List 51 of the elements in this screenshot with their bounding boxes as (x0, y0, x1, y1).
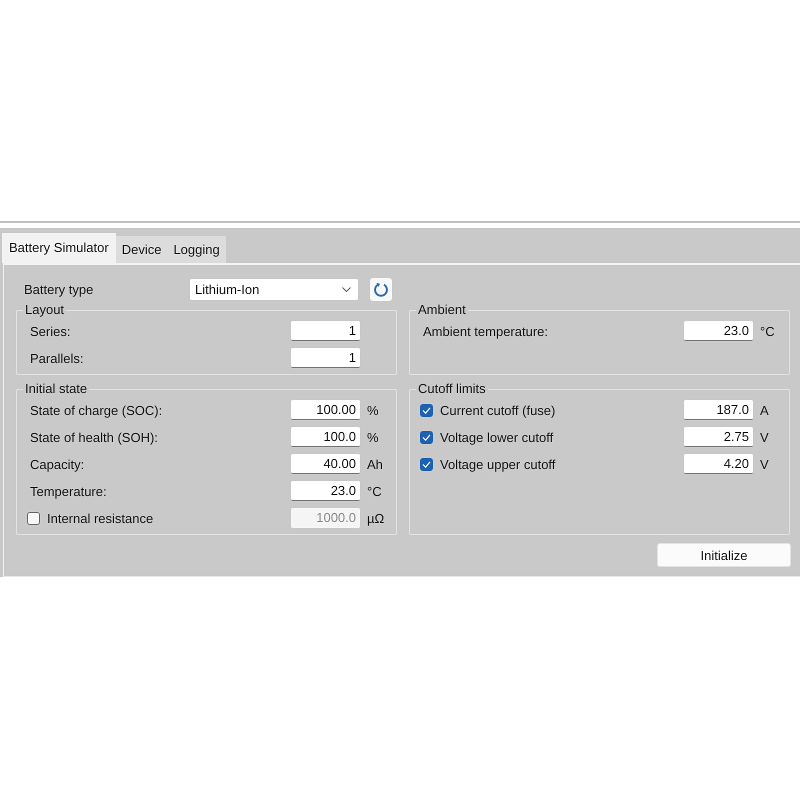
group-title: Ambient (417, 302, 467, 318)
unit-label: % (367, 430, 379, 444)
unit-label: % (367, 402, 379, 418)
group-title: Layout (24, 302, 66, 318)
field-label: Battery type (24, 282, 94, 297)
number-field[interactable]: 100.0 (291, 427, 360, 447)
number-field[interactable]: 23.0 (291, 481, 360, 501)
checkbox-label: Voltage upper cutoff (440, 456, 556, 472)
unit-label: °C (760, 324, 775, 338)
tab[interactable]: Battery Simulator (2, 233, 116, 263)
number-field[interactable]: 40.00 (291, 454, 360, 474)
field-label: State of health (SOH): (30, 430, 158, 444)
number-field[interactable]: 100.00 (291, 400, 360, 420)
checkmark-icon (422, 406, 431, 414)
dropdown[interactable]: Lithium-Ion (190, 279, 358, 300)
unit-label: V (760, 430, 769, 444)
group-title: Initial state (24, 381, 88, 397)
checkbox[interactable] (420, 430, 433, 444)
unit-label: Ah (367, 456, 383, 472)
field-label: Ambient temperature: (423, 324, 548, 338)
checkbox-label: Current cutoff (fuse) (440, 402, 556, 418)
refresh-button[interactable] (370, 278, 392, 301)
field-label: Parallels: (30, 350, 84, 366)
number-field[interactable]: 23.0 (684, 321, 753, 341)
action-button[interactable]: Initialize (657, 543, 791, 567)
field-label: Temperature: (30, 484, 107, 498)
checkbox[interactable] (420, 458, 433, 470)
number-field[interactable]: 4.20 (684, 454, 753, 474)
field-label: Capacity: (30, 456, 84, 472)
group-title: Cutoff limits (417, 381, 487, 397)
unit-label: V (760, 456, 769, 472)
checkbox[interactable] (420, 404, 433, 416)
checkmark-icon (422, 434, 431, 440)
number-field[interactable]: 2.75 (684, 427, 753, 447)
checkbox-label: Voltage lower cutoff (440, 430, 554, 444)
tab[interactable]: Logging (167, 236, 226, 263)
number-field[interactable]: 1 (291, 348, 360, 368)
number-field: 1000.0 (291, 508, 360, 528)
unit-label: °C (367, 484, 382, 498)
number-field[interactable]: 187.0 (684, 400, 753, 420)
refresh-icon (374, 282, 388, 297)
unit-label: µΩ (367, 510, 384, 526)
checkmark-icon (422, 460, 431, 468)
chevron-down-icon (342, 287, 351, 292)
checkbox[interactable] (27, 512, 40, 524)
tab[interactable]: Device (116, 236, 168, 263)
field-label: Series: (30, 324, 70, 338)
checkbox-label: Internal resistance (47, 510, 154, 526)
unit-label: A (760, 402, 769, 418)
field-label: State of charge (SOC): (30, 402, 162, 418)
number-field[interactable]: 1 (291, 321, 360, 341)
